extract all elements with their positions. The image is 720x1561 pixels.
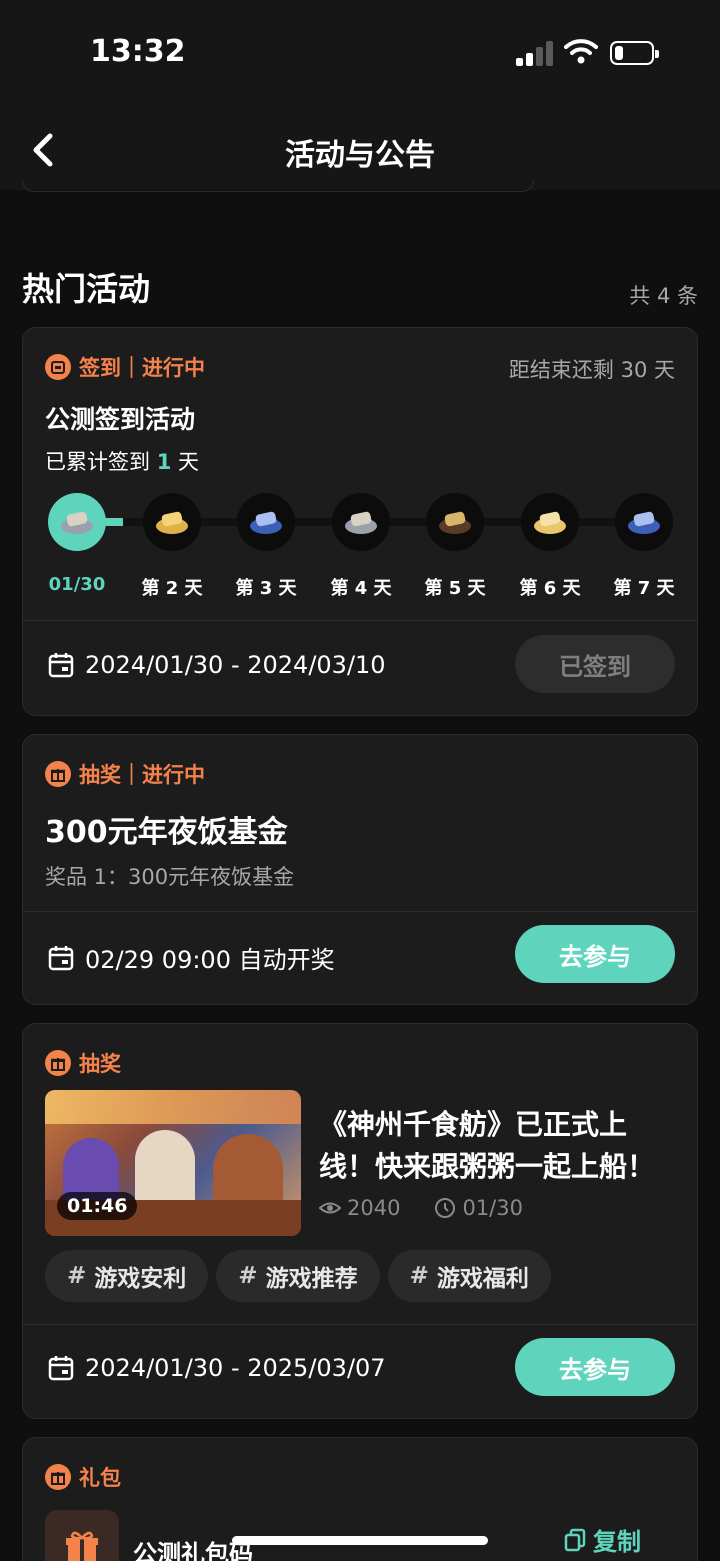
video-meta: 2040 01/30: [319, 1196, 523, 1220]
page-title: 活动与公告: [285, 138, 435, 173]
checkin-day-label: 第 2 天: [141, 578, 203, 599]
draw-time: 02/29 09:00 自动开奖: [47, 940, 335, 975]
prize-text: 奖品 1：300元年夜饭基金: [45, 865, 295, 889]
date-range: 2024/01/30 - 2024/03/10: [47, 651, 386, 679]
checkin-day-4[interactable]: [332, 493, 390, 551]
hash-icon: #: [409, 1263, 429, 1289]
join-button[interactable]: 去参与: [515, 925, 675, 983]
nav-bar: 活动与公告: [0, 100, 720, 190]
tickets-icon: [534, 511, 566, 534]
calendar-icon: [48, 653, 74, 678]
section-title: 热门活动: [22, 270, 151, 308]
video-duration: 01:46: [57, 1192, 138, 1220]
copy-button[interactable]: 复制: [563, 1522, 641, 1557]
checkin-day-label: 第 6 天: [519, 578, 581, 599]
card-title: 300元年夜饭基金: [45, 815, 288, 850]
calendar-icon: [48, 945, 74, 970]
battery-icon: [610, 41, 659, 65]
date-range: 2024/01/30 - 2025/03/07: [47, 1354, 386, 1382]
eye-icon: [319, 1202, 341, 1214]
lottery-card[interactable]: 抽奖｜进行中 300元年夜饭基金 奖品 1：300元年夜饭基金 02/29 09…: [22, 734, 698, 1005]
hash-icon: #: [238, 1263, 258, 1289]
scroll-ticket-icon: [250, 511, 282, 534]
checkin-day-2[interactable]: [143, 493, 201, 551]
checkin-day-7[interactable]: [615, 493, 673, 551]
video-thumbnail[interactable]: 01:46: [45, 1090, 301, 1236]
scroll-ticket-icon: [628, 511, 660, 534]
gift-badge-icon: [45, 1050, 71, 1076]
gift-badge-icon: [45, 761, 71, 787]
topic-tag[interactable]: # 游戏安利: [45, 1250, 209, 1302]
topic-tags: # 游戏安利 # 游戏推荐 # 游戏福利: [45, 1250, 559, 1302]
checkin-day-3[interactable]: [237, 493, 295, 551]
signal-icon: [516, 40, 554, 66]
clock-icon: [435, 1198, 456, 1218]
hash-icon: #: [67, 1263, 87, 1289]
calendar-icon: [48, 1356, 74, 1381]
checkin-day-5[interactable]: [426, 493, 484, 551]
remaining-time: 距结束还剩 30 天: [508, 358, 675, 382]
topic-tag[interactable]: # 游戏福利: [387, 1250, 551, 1302]
checkin-day-label: 第 3 天: [235, 578, 297, 599]
scrolled-card-edge: [22, 180, 534, 192]
signed-button[interactable]: 已签到: [515, 635, 675, 693]
checkin-day-6[interactable]: [521, 493, 579, 551]
book-icon: [439, 511, 471, 534]
checkin-day-label: 第 4 天: [330, 578, 392, 599]
join-button[interactable]: 去参与: [515, 1338, 675, 1396]
wifi-icon: [564, 39, 598, 64]
checkin-track-progress: [103, 518, 123, 526]
video-lottery-card[interactable]: 抽奖 01:46 《神州千食舫》已正式上线！快来跟粥粥一起上船！ 2040 01…: [22, 1023, 698, 1419]
topic-tag[interactable]: # 游戏推荐: [216, 1250, 380, 1302]
checkin-day-label: 第 7 天: [613, 578, 675, 599]
home-indicator[interactable]: [232, 1536, 488, 1545]
card-tag: 抽奖: [45, 1048, 121, 1078]
checkin-progress: 已累计签到 1 天: [45, 450, 199, 474]
status-bar: 13:32: [0, 0, 720, 100]
status-time: 13:32: [90, 34, 186, 69]
card-tag: 抽奖｜进行中: [45, 759, 205, 789]
fish-plate-icon: [345, 511, 377, 534]
section-count: 共 4 条: [629, 284, 698, 308]
checkin-day-1[interactable]: [48, 493, 106, 551]
fish-plate-icon: [61, 511, 93, 534]
card-title: 公测签到活动: [45, 405, 196, 434]
gift-badge-icon: [45, 1464, 71, 1490]
copy-icon: [564, 1528, 586, 1551]
checkin-day-label: 01/30: [48, 574, 106, 595]
card-tag: 礼包: [45, 1462, 121, 1492]
video-title[interactable]: 《神州千食舫》已正式上线！快来跟粥粥一起上船！: [319, 1104, 681, 1188]
card-tag: 签到｜进行中: [45, 352, 205, 382]
gift-icon: [45, 1510, 119, 1561]
calendar-badge-icon: [45, 354, 71, 380]
checkin-card[interactable]: 签到｜进行中 距结束还剩 30 天 公测签到活动 已累计签到 1 天 01/30…: [22, 327, 698, 716]
coins-icon: [156, 511, 188, 534]
checkin-day-label: 第 5 天: [424, 578, 486, 599]
